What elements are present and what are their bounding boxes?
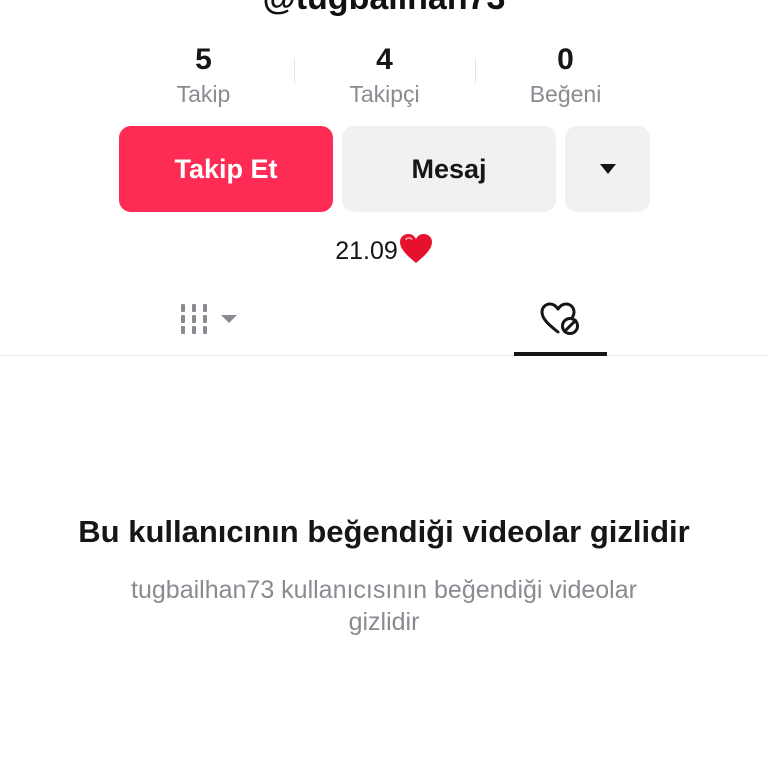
stat-followers-label: Takipçi (349, 81, 420, 107)
caret-down-icon (599, 164, 616, 174)
tabs-divider (0, 355, 768, 356)
empty-state-title: Bu kullanıcının beğendiği videolar gizli… (78, 514, 690, 549)
profile-stats: 5 Takip 4 Takipçi 0 Beğeni (113, 40, 656, 116)
tab-liked[interactable] (460, 286, 660, 356)
stat-followers[interactable]: 4 Takipçi (294, 40, 475, 108)
bio-text: 21.09 (335, 237, 398, 265)
stat-following-label: Takip (176, 81, 231, 107)
liked-private-icon (539, 301, 581, 342)
more-options-button[interactable] (565, 126, 650, 212)
follow-button[interactable]: Takip Et (119, 126, 333, 212)
video-grid-icon (179, 302, 241, 341)
profile-bio: 21.09 (0, 232, 768, 276)
tab-videos[interactable] (110, 286, 310, 356)
profile-tabs (0, 286, 768, 356)
stat-likes-count: 0 (557, 43, 574, 76)
stat-following-count: 5 (195, 43, 212, 76)
empty-state-description: tugbailhan73 kullanıcısının beğendiği vi… (131, 576, 637, 636)
stat-likes-label: Beğeni (529, 81, 602, 107)
active-tab-indicator (514, 352, 607, 356)
stat-followers-count: 4 (376, 43, 393, 76)
profile-username: @tugbailhan73 (0, 0, 768, 18)
message-button[interactable]: Mesaj (342, 126, 556, 212)
stat-following[interactable]: 5 Takip (113, 40, 294, 108)
red-heart-icon (399, 233, 433, 276)
stat-likes[interactable]: 0 Beğeni (475, 40, 656, 108)
